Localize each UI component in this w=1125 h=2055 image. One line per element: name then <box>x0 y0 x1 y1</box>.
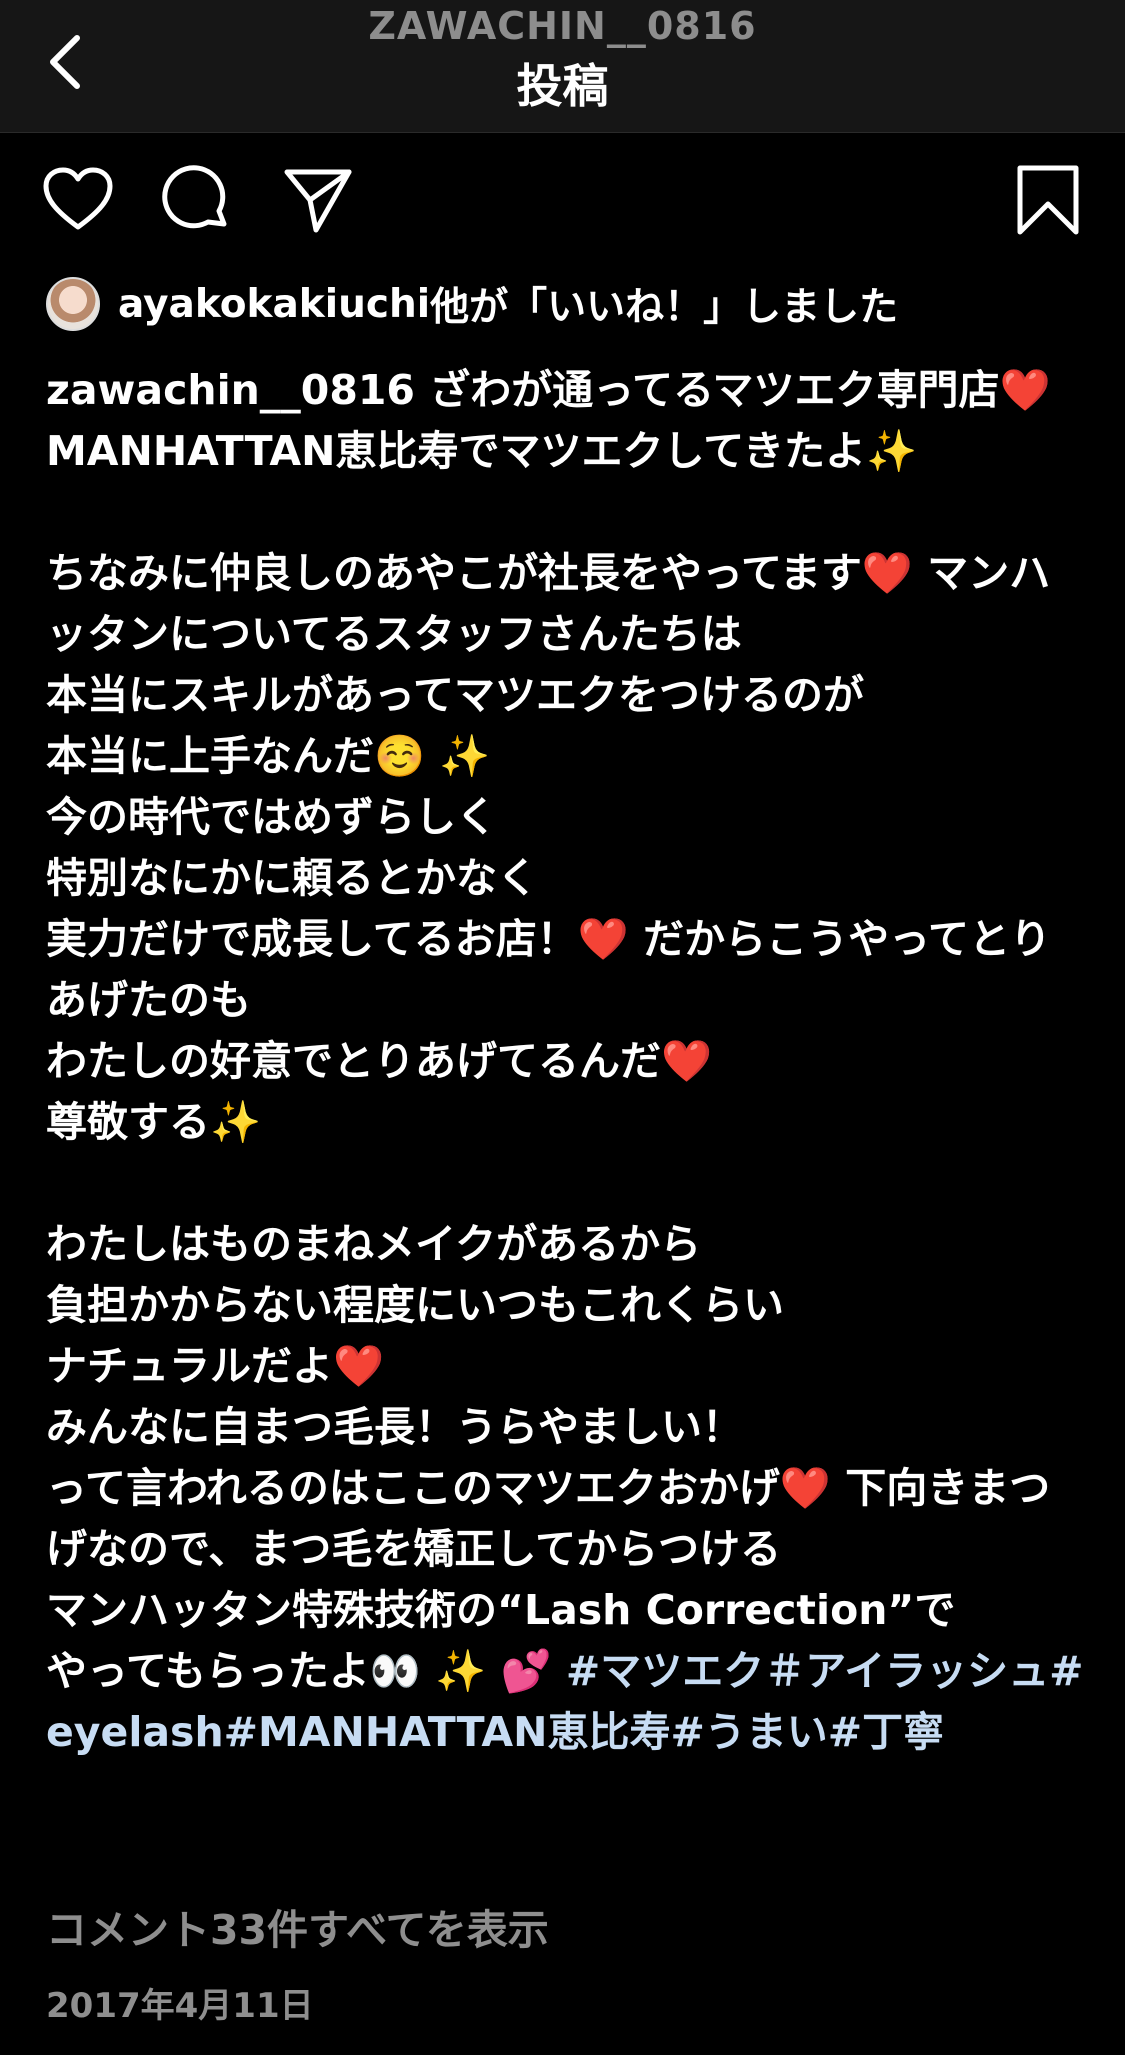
post-caption: zawachin__0816 ざわが通ってるマツエク専門店❤️ MANHATTA… <box>46 360 1086 1763</box>
send-icon <box>284 169 352 233</box>
comment-button[interactable] <box>158 160 238 240</box>
likes-suffix: 他が「いいね！」しました <box>430 285 899 330</box>
action-bar <box>0 160 1125 240</box>
caption-username[interactable]: zawachin__0816 <box>46 366 415 414</box>
comment-icon <box>162 165 227 229</box>
top-nav-bar: ZAWACHIN__0816 投稿 <box>0 0 1125 133</box>
share-button[interactable] <box>278 160 358 240</box>
post-date: 2017年4月11日 <box>46 1986 314 2026</box>
liker-username[interactable]: ayakokakiuchi <box>118 282 430 327</box>
likes-summary: ayakokakiuchi 他が「いいね！」しました <box>46 276 898 332</box>
save-button[interactable] <box>1008 160 1088 240</box>
header-username: ZAWACHIN__0816 <box>368 4 757 48</box>
caption-text: ざわが通ってるマツエク専門店❤️ MANHATTAN恵比寿でマツエクしてきたよ✨… <box>46 366 1052 1695</box>
view-all-comments-link[interactable]: コメント33件すべてを表示 <box>46 1896 549 1956</box>
like-button[interactable] <box>38 160 118 240</box>
avatar[interactable] <box>46 277 100 331</box>
page-title: 投稿 <box>516 59 609 113</box>
heart-icon <box>43 167 113 230</box>
bookmark-icon <box>1017 165 1079 235</box>
